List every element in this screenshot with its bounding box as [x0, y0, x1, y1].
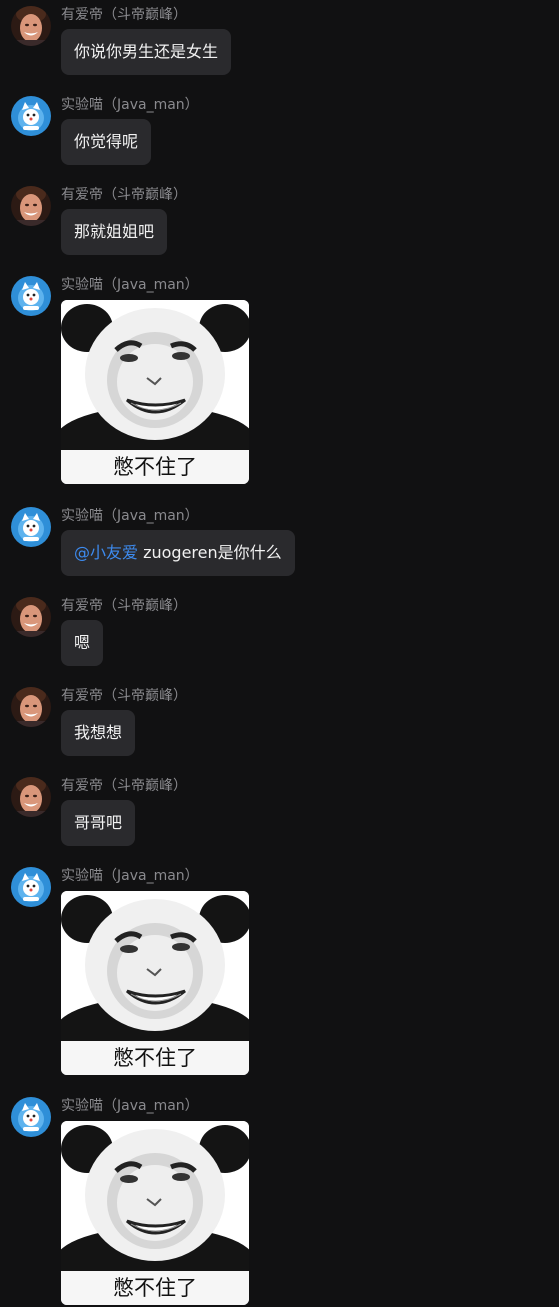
message-bubble[interactable]: @小友爱 zuogeren是你什么	[61, 530, 295, 576]
sender-name[interactable]: 实验喵（Java_man）	[61, 1096, 199, 1116]
smiling-man-avatar-icon[interactable]	[11, 597, 51, 637]
smiling-man-avatar-icon[interactable]	[11, 6, 51, 46]
panda-face-image	[61, 1121, 249, 1271]
message-bubble[interactable]: 哥哥吧	[61, 800, 136, 846]
sticker-caption: 憋不住了	[61, 1041, 249, 1075]
sender-name[interactable]: 有爱帝（斗帝巅峰）	[61, 5, 187, 25]
cat-robot-avatar-icon[interactable]	[11, 276, 51, 316]
sender-name[interactable]: 实验喵（Java_man）	[61, 866, 199, 886]
cat-robot-avatar-icon[interactable]	[11, 507, 51, 547]
sender-name[interactable]: 有爱帝（斗帝巅峰）	[61, 185, 187, 205]
sticker-caption: 憋不住了	[61, 450, 249, 484]
sender-name[interactable]: 有爱帝（斗帝巅峰）	[61, 686, 187, 706]
panda-meme-sticker[interactable]: 憋不住了	[61, 300, 249, 484]
cat-robot-avatar-icon[interactable]	[11, 867, 51, 907]
sender-name[interactable]: 实验喵（Java_man）	[61, 95, 199, 115]
message-bubble[interactable]: 你说你男生还是女生	[61, 29, 232, 75]
cat-robot-avatar-icon[interactable]	[11, 96, 51, 136]
sender-name[interactable]: 有爱帝（斗帝巅峰）	[61, 776, 187, 796]
smiling-man-avatar-icon[interactable]	[11, 186, 51, 226]
mention-link[interactable]: @小友爱	[74, 543, 138, 562]
message-bubble[interactable]: 你觉得呢	[61, 119, 152, 165]
panda-meme-sticker[interactable]: 憋不住了	[61, 891, 249, 1075]
sender-name[interactable]: 有爱帝（斗帝巅峰）	[61, 596, 187, 616]
message-bubble[interactable]: 嗯	[61, 620, 104, 666]
message-bubble[interactable]: 那就姐姐吧	[61, 209, 168, 255]
message-bubble[interactable]: 我想想	[61, 710, 136, 756]
chat-message-list[interactable]: 有爱帝（斗帝巅峰） 你说你男生还是女生 实验喵（Java_man） 你觉得呢 有…	[0, 0, 559, 1307]
sender-name[interactable]: 实验喵（Java_man）	[61, 506, 199, 526]
panda-meme-sticker[interactable]: 憋不住了	[61, 1121, 249, 1305]
smiling-man-avatar-icon[interactable]	[11, 687, 51, 727]
panda-face-image	[61, 300, 249, 450]
message-text: zuogeren是你什么	[138, 543, 282, 562]
sticker-caption: 憋不住了	[61, 1271, 249, 1305]
sender-name[interactable]: 实验喵（Java_man）	[61, 275, 199, 295]
panda-face-image	[61, 891, 249, 1041]
cat-robot-avatar-icon[interactable]	[11, 1097, 51, 1137]
smiling-man-avatar-icon[interactable]	[11, 777, 51, 817]
